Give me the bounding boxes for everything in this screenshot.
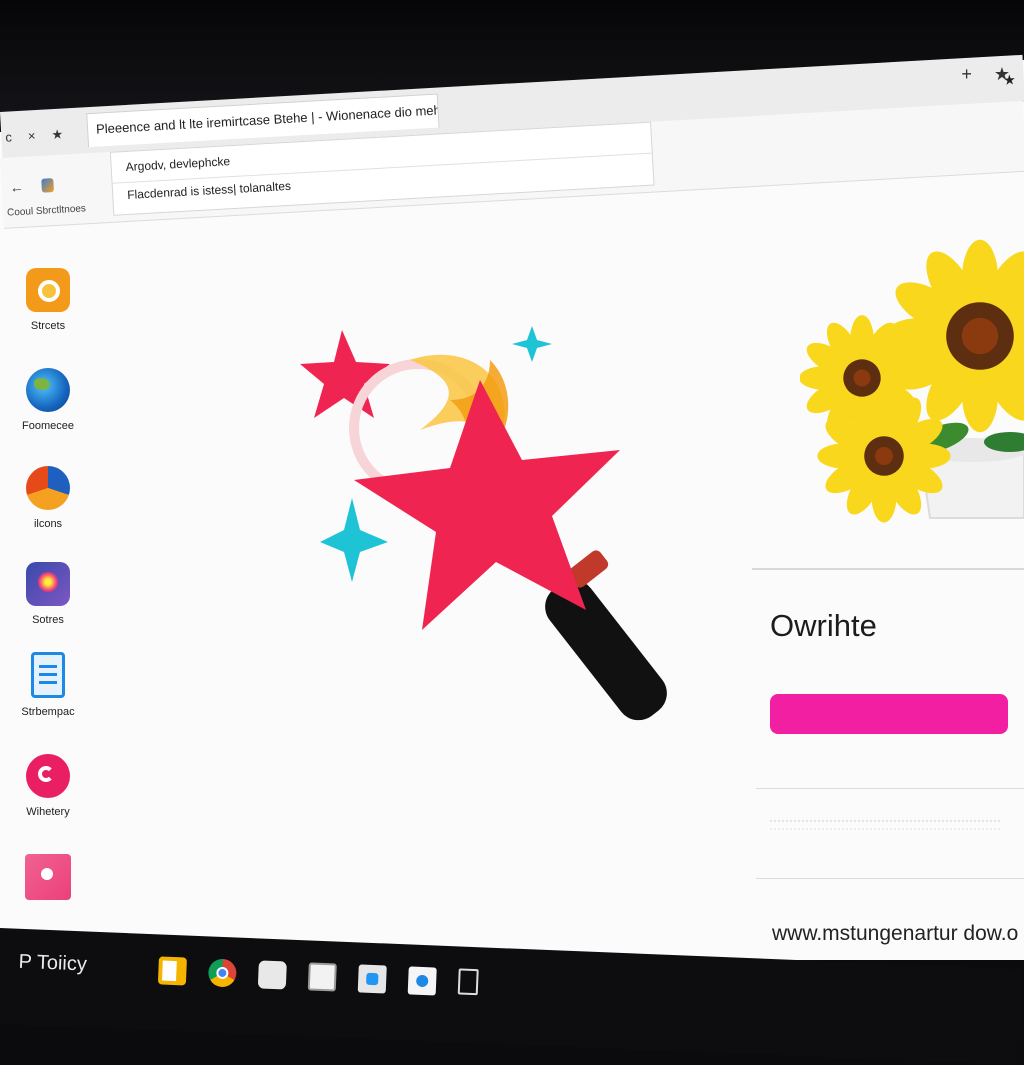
taskbar-brand[interactable]: P Toiicy [18, 951, 87, 977]
star-icon[interactable]: ★ [51, 127, 64, 144]
files-icon[interactable] [157, 956, 187, 986]
tab-title: Pleeence and lt lte iremirtcase Btehe | … [95, 100, 440, 137]
sidebar-item-label: Strbempac [21, 706, 75, 718]
toolbar-left: ← [9, 177, 54, 195]
app-icon[interactable] [407, 966, 437, 996]
panel-divider [756, 788, 1024, 789]
address-suggestion-item[interactable]: Flacdenrad is istess| tolanaltes [127, 179, 291, 202]
sidebar-item-pink-app[interactable] [0, 854, 96, 908]
bookmark-window-icon[interactable]: ★ [994, 64, 1010, 85]
panel-divider [756, 878, 1024, 879]
window-icon[interactable] [307, 962, 337, 992]
sidebar-item-label: Wihetery [26, 806, 70, 818]
back-icon[interactable]: ← [9, 179, 24, 196]
sidebar-item-icons[interactable]: ilcons [0, 466, 96, 530]
sidebar-item-label: ilcons [33, 518, 63, 530]
footer-url[interactable]: www.mstungenartur dow.o [772, 922, 1018, 946]
sidebar-item-browser[interactable]: Foomecee [0, 368, 96, 432]
nav-buttons: c × ★ [5, 127, 64, 146]
close-icon[interactable]: × [27, 128, 35, 144]
notes-icon [31, 652, 65, 698]
app-icon[interactable] [357, 964, 387, 994]
file-icon[interactable] [457, 968, 479, 996]
sidebar-item-chat[interactable]: Wihetery [0, 754, 96, 818]
magic-wand-illustration [300, 326, 667, 721]
panel-divider [752, 568, 1024, 570]
wand-handle [545, 579, 667, 721]
cyan-sparkle-large [320, 498, 388, 582]
primary-action-button[interactable] [770, 694, 1008, 734]
pie-chart-icon [26, 466, 70, 510]
panel-title: Owrihte [770, 608, 877, 643]
extension-icon[interactable] [41, 178, 54, 193]
store-icon [26, 268, 70, 312]
cyan-sparkle-small [512, 326, 552, 362]
sidebar-item-label: Foomecee [22, 420, 74, 432]
faint-text-placeholder [770, 820, 1000, 830]
sidebar-item-notes[interactable]: Strbempac [0, 652, 96, 718]
reload-icon[interactable]: c [5, 129, 12, 145]
globe-icon [26, 368, 70, 412]
photos-icon [26, 562, 70, 606]
brand-name: Toiicy [36, 951, 88, 976]
document-icon[interactable] [257, 960, 287, 990]
browser-icon[interactable] [207, 958, 237, 988]
pink-app-icon [25, 854, 71, 900]
sidebar-item-photos[interactable]: Sotres [0, 562, 96, 626]
chat-icon [26, 754, 70, 798]
sidebar-item-label: Strcets [30, 320, 66, 332]
sunflower-image [800, 239, 1024, 523]
window-controls: + ★ [961, 64, 1010, 85]
address-suggestion-item[interactable]: Argodv, devlephcke [125, 154, 230, 174]
taskbar-icons [157, 956, 479, 997]
toolbar-caption: Cooul Sbrctltnoes [6, 203, 87, 219]
new-tab-icon[interactable]: + [961, 64, 972, 85]
right-panel: Owrihte [756, 572, 1024, 892]
sidebar-item-stores[interactable]: Strcets [0, 268, 96, 332]
sidebar-item-label: Sotres [32, 614, 64, 626]
brand-mark: P [18, 950, 33, 974]
